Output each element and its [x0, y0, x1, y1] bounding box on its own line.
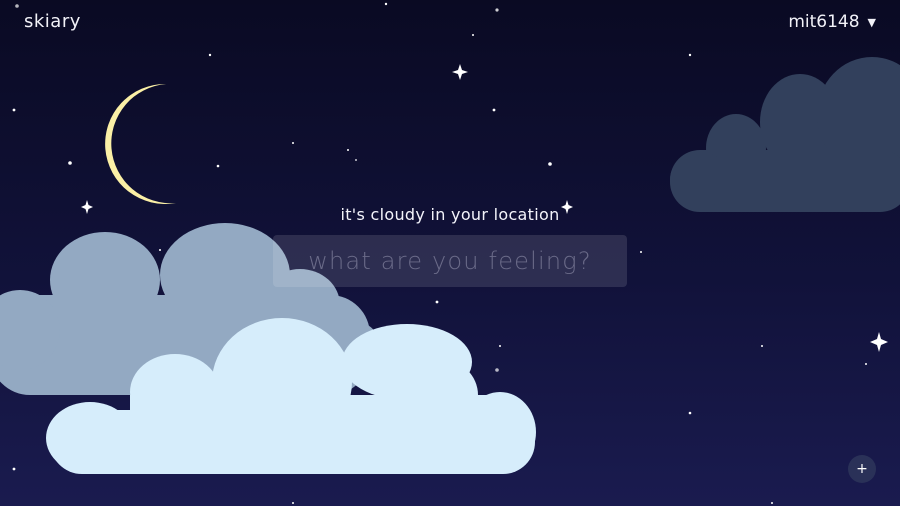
- star: [12, 467, 16, 471]
- star: [435, 300, 439, 304]
- star: [688, 411, 692, 415]
- sparkle-star: [452, 64, 468, 80]
- star: [761, 345, 763, 347]
- star: [12, 108, 16, 112]
- star: [15, 4, 19, 8]
- star: [208, 53, 212, 57]
- sparkle-star: [870, 332, 888, 352]
- star: [347, 149, 349, 151]
- app-logo[interactable]: skiary: [24, 11, 81, 32]
- star: [771, 502, 773, 504]
- star: [292, 502, 294, 504]
- star: [548, 162, 552, 166]
- plus-icon: +: [856, 461, 868, 477]
- star: [499, 345, 501, 347]
- star: [292, 142, 294, 144]
- caret-down-icon: ▼: [867, 15, 876, 29]
- username: mit6148: [788, 12, 860, 32]
- cloud-far: [670, 57, 900, 212]
- star: [495, 8, 499, 12]
- star: [640, 251, 642, 253]
- star: [492, 108, 496, 112]
- weather-message: it's cloudy in your location: [340, 205, 560, 224]
- star: [216, 164, 220, 168]
- user-menu[interactable]: mit6148 ▼: [788, 12, 876, 32]
- moon-icon: [105, 83, 176, 204]
- star: [355, 159, 357, 161]
- feeling-input[interactable]: [273, 235, 627, 287]
- star: [384, 2, 388, 6]
- star: [472, 34, 474, 36]
- star: [688, 53, 692, 57]
- star: [159, 249, 161, 251]
- star: [865, 363, 867, 365]
- star: [495, 368, 499, 372]
- add-button[interactable]: +: [848, 455, 876, 483]
- star: [68, 161, 72, 165]
